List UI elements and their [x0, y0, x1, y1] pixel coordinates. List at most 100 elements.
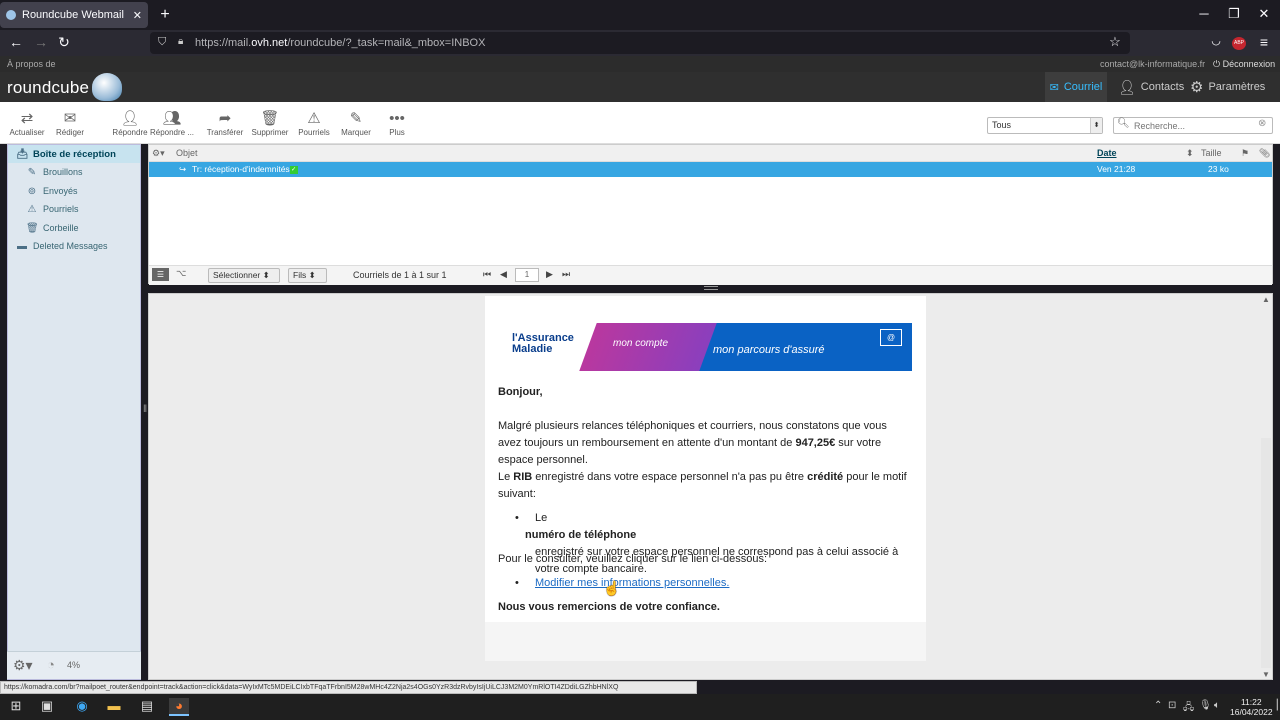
junk-icon: ⚠: [307, 110, 321, 127]
microphone-icon[interactable]: 🎙︎: [1199, 700, 1212, 711]
trash-icon: 🗑︎: [26, 222, 39, 234]
folder-settings-gear-icon[interactable]: ⚙▾: [13, 657, 33, 674]
roundcube-logo-icon: [92, 73, 122, 101]
forward-button[interactable]: ➦ Transférer: [202, 110, 248, 137]
reload-icon[interactable]: ↻: [55, 34, 73, 51]
link-status-bar: https://komadra.com/br?mailpoet_router&e…: [0, 681, 697, 694]
more-button[interactable]: ••• Plus: [374, 110, 420, 137]
refresh-button[interactable]: ⇄ Actualiser: [4, 110, 50, 137]
notifications-icon[interactable]: ▕: [1270, 700, 1278, 711]
junk-button[interactable]: ⚠ Pourriels: [291, 110, 337, 137]
folder-deleted-messages[interactable]: ▬ Deleted Messages: [8, 237, 140, 255]
filter-select[interactable]: Tous: [987, 117, 1103, 134]
pocket-icon[interactable]: ◡: [1207, 34, 1225, 47]
forward-mail-icon: ➦: [218, 110, 232, 127]
new-tab-button[interactable]: +: [156, 6, 174, 24]
tray-app-icon[interactable]: ⊡: [1168, 700, 1176, 711]
message-subject[interactable]: Tr: réception-d'indemnités✓: [192, 164, 298, 174]
edge-icon[interactable]: ◉: [72, 698, 92, 716]
banner-mon-compte: mon compte: [613, 338, 669, 349]
windows-start-icon[interactable]: ⊞: [6, 698, 26, 716]
menu-icon[interactable]: ≡: [1255, 34, 1273, 50]
nav-contacts[interactable]: 👤︎ Contacts: [1118, 72, 1184, 102]
trash-icon: 🗑︎: [260, 110, 280, 127]
taskbar-clock[interactable]: 11:22 16/04/2022: [1230, 697, 1273, 717]
reply-button[interactable]: 👤︎ Répondre: [107, 110, 153, 137]
lock-icon[interactable]: 🔒︎: [178, 36, 183, 47]
forward-icon[interactable]: →: [32, 34, 50, 50]
attachment-column-icon[interactable]: 📎︎: [1259, 148, 1270, 159]
search-input[interactable]: [1113, 117, 1273, 134]
thread-view-icon[interactable]: ⌥: [176, 268, 186, 279]
volume-icon[interactable]: 🔈︎: [1214, 700, 1220, 711]
folder-inbox[interactable]: 📥︎ Boîte de réception: [8, 145, 140, 163]
inbox-icon: 📥︎: [16, 148, 29, 160]
gear-icon: ⚙: [1190, 79, 1204, 96]
assurance-maladie-logo: l'Assurance Maladie: [512, 332, 574, 355]
first-page-icon[interactable]: ⏮: [483, 269, 491, 280]
flag-column-icon[interactable]: ⚑: [1241, 148, 1249, 159]
tray-chevron-icon[interactable]: ⌃: [1154, 700, 1162, 711]
pencil-icon: ✎: [27, 166, 37, 178]
delete-button[interactable]: 🗑︎ Supprimer: [247, 110, 293, 137]
modify-info-link[interactable]: Modifier mes informations personnelles.: [525, 575, 910, 592]
column-subject[interactable]: Objet: [176, 148, 198, 158]
list-view-icon[interactable]: ☰: [152, 268, 169, 281]
previous-page-icon[interactable]: ◀: [500, 269, 507, 280]
next-page-icon[interactable]: ▶: [546, 269, 553, 280]
scroll-up-icon[interactable]: ▲: [1262, 295, 1270, 304]
firefox-icon[interactable]: ◕: [169, 698, 189, 716]
folder-trash[interactable]: 🗑︎ Corbeille: [8, 219, 140, 237]
task-view-icon[interactable]: ▣: [37, 698, 57, 716]
restore-icon[interactable]: ❐: [1224, 6, 1244, 22]
clear-search-icon[interactable]: ⊗: [1258, 118, 1266, 129]
column-size[interactable]: Taille: [1201, 148, 1222, 158]
threads-dropdown[interactable]: Fils ⬍: [288, 268, 327, 283]
nav-mail[interactable]: ✉ Courriel: [1045, 72, 1107, 102]
close-window-icon[interactable]: ✕: [1254, 6, 1274, 22]
minimize-icon[interactable]: ─: [1194, 6, 1214, 21]
filter-arrow-icon[interactable]: ⬍: [1090, 118, 1102, 133]
page-number-input[interactable]: 1: [515, 268, 539, 282]
paragraph-1: Malgré plusieurs relances téléphoniques …: [498, 420, 887, 466]
more-icon: •••: [389, 110, 405, 127]
file-explorer-icon[interactable]: ▬: [104, 698, 124, 716]
bookmark-star-icon[interactable]: ☆: [1106, 34, 1124, 50]
sort-icon[interactable]: ⬍: [1186, 148, 1194, 159]
browser-tab[interactable]: Roundcube Webmail 1.4.13 :: B ✕: [0, 2, 148, 28]
paragraph-2: Le RIB enregistré dans votre espace pers…: [498, 471, 907, 500]
username: contact@lk-informatique.fr: [1100, 59, 1206, 69]
nav-settings[interactable]: ⚙ Paramètres: [1190, 72, 1265, 102]
compose-button[interactable]: ✉ Rédiger: [47, 110, 93, 137]
at-screen-icon: @: [880, 329, 902, 346]
vertical-splitter[interactable]: ‖: [143, 404, 147, 415]
store-icon[interactable]: ▤: [137, 698, 157, 716]
folder-sent[interactable]: ⊚ Envoyés: [8, 182, 140, 200]
list-item: Modifier mes informations personnelles.: [515, 575, 910, 592]
list-options-gear-icon[interactable]: ⚙▾: [152, 148, 165, 159]
scroll-down-icon[interactable]: ▼: [1262, 670, 1270, 679]
search-icon[interactable]: 🔍︎: [1117, 118, 1130, 129]
close-tab-icon[interactable]: ✕: [133, 9, 142, 22]
preview-scrollbar[interactable]: [1261, 438, 1271, 668]
adblock-icon[interactable]: ABP: [1232, 37, 1246, 50]
windows-taskbar: [0, 694, 1280, 720]
select-dropdown[interactable]: Sélectionner ⬍: [208, 268, 280, 283]
shield-icon[interactable]: ⛉: [158, 36, 166, 49]
mark-button[interactable]: ✎ Marquer: [333, 110, 379, 137]
check-emoji-icon: ✓: [289, 165, 298, 174]
reply-all-button[interactable]: 👥︎ Répondre ...: [149, 110, 195, 137]
folder-junk[interactable]: ⚠ Pourriels: [8, 200, 140, 218]
logout-link[interactable]: ⏻ Déconnexion: [1213, 59, 1275, 70]
column-date[interactable]: Date: [1097, 148, 1117, 158]
network-icon[interactable]: 🖧︎: [1183, 700, 1194, 717]
url-text[interactable]: https://mail.ovh.net/roundcube/?_task=ma…: [195, 37, 485, 49]
email-banner-image: l'Assurance Maladie mon compte mon parcou…: [498, 323, 912, 371]
horizontal-splitter[interactable]: [704, 286, 718, 290]
back-icon[interactable]: ←: [7, 34, 25, 50]
about-link[interactable]: À propos de: [7, 59, 56, 69]
folder-drafts[interactable]: ✎ Brouillons: [8, 163, 140, 181]
folder-icon: ▬: [17, 240, 27, 252]
roundcube-logo[interactable]: roundcube: [7, 78, 89, 98]
last-page-icon[interactable]: ⏭: [562, 269, 570, 280]
